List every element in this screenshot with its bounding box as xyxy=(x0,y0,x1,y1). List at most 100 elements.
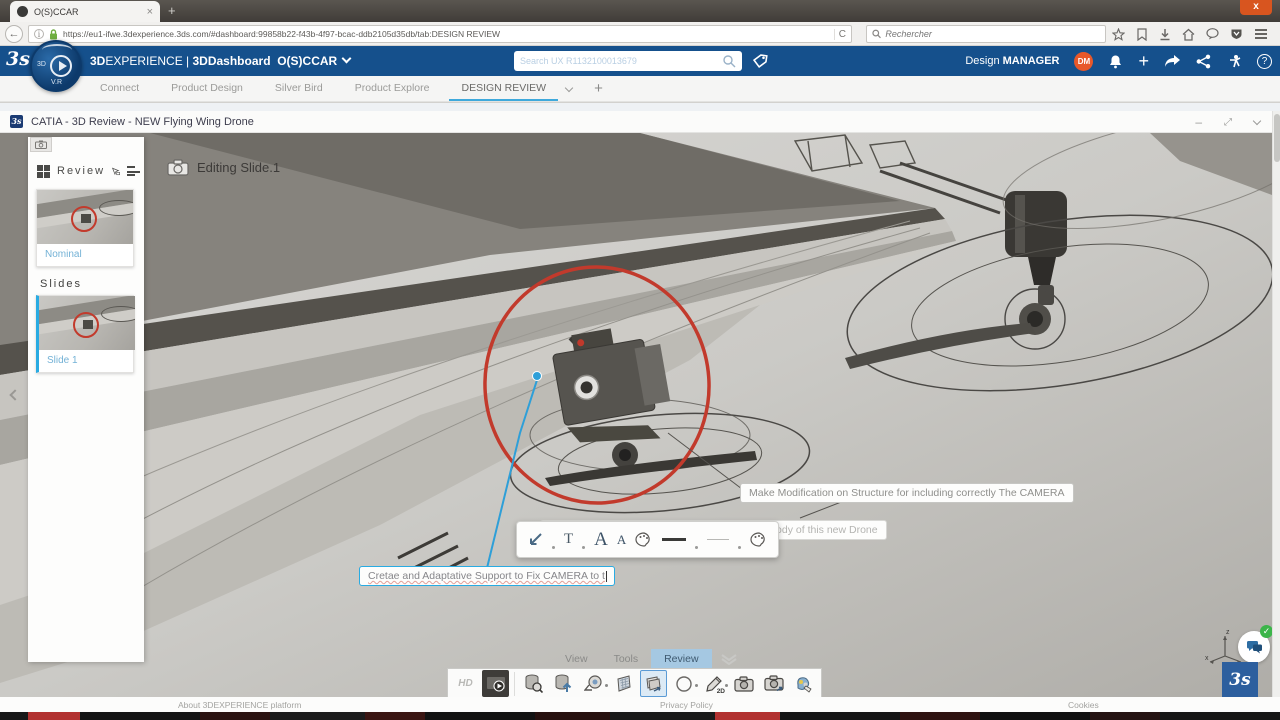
capture-cube-button[interactable] xyxy=(640,670,667,697)
menu-icon[interactable] xyxy=(1254,28,1268,40)
dropdown-dot-icon[interactable] xyxy=(605,684,608,687)
annotation-structure-note[interactable]: Make Modification on Structure for inclu… xyxy=(740,483,1074,503)
tab-view[interactable]: View xyxy=(552,649,601,669)
tab-silver-bird[interactable]: Silver Bird xyxy=(263,76,335,101)
tab-product-explore[interactable]: Product Explore xyxy=(343,76,442,101)
home-icon[interactable] xyxy=(1182,28,1195,41)
add-tab-button[interactable]: + xyxy=(594,80,603,97)
browser-search-input[interactable] xyxy=(885,29,1100,39)
reload-icon[interactable]: C xyxy=(834,29,846,40)
scrollbar-thumb[interactable] xyxy=(1274,114,1280,162)
sidebar-menu-icon[interactable] xyxy=(127,166,135,176)
download-icon[interactable] xyxy=(1159,28,1171,41)
window-close-button[interactable]: x xyxy=(1240,0,1272,15)
camera-update-button[interactable] xyxy=(760,670,787,697)
nominal-thumbnail-card[interactable]: Nominal xyxy=(36,189,134,267)
people-compass-icon[interactable] xyxy=(1226,54,1242,69)
site-info-icon[interactable]: i xyxy=(34,29,44,39)
3d-scene[interactable] xyxy=(0,133,1272,697)
text-color-palette-icon[interactable] xyxy=(635,532,653,547)
tab-close-icon[interactable]: × xyxy=(147,6,153,18)
circle-annotation-button[interactable] xyxy=(670,670,697,697)
bookmark-star-icon[interactable] xyxy=(1112,28,1125,41)
new-tab-button[interactable]: + xyxy=(168,4,176,17)
chat-bubbles-icon xyxy=(1246,640,1263,654)
url-field[interactable]: i https://eu1-ifwe.3dexperience.3ds.com/… xyxy=(28,25,852,43)
annotation-camera-edit-box[interactable]: Cretae and Adaptative Support to Fix CAM… xyxy=(359,566,615,586)
hd-mode-button[interactable]: HD xyxy=(452,670,479,697)
browser-tab-bar: O(S)CCAR × + x xyxy=(0,0,1280,22)
grid-view-icon[interactable] xyxy=(37,165,50,178)
chat-bubble-icon[interactable] xyxy=(1206,28,1219,40)
tab-product-design[interactable]: Product Design xyxy=(159,76,255,101)
footer-about-link[interactable]: About 3DEXPERIENCE platform xyxy=(178,700,301,710)
browser-search-box[interactable] xyxy=(866,25,1106,43)
play-icon xyxy=(50,55,72,77)
3dexperience-compass-icon[interactable]: 3D V.R xyxy=(30,40,82,92)
slide1-label[interactable]: Slide 1 xyxy=(39,350,133,372)
user-avatar[interactable]: DM xyxy=(1074,52,1093,71)
platform-search-input[interactable] xyxy=(520,56,723,66)
tab-tools[interactable]: Tools xyxy=(601,649,652,669)
font-increase-icon[interactable]: A xyxy=(594,529,608,551)
notifications-bell-icon[interactable] xyxy=(1108,54,1123,69)
text-tool-icon[interactable]: T xyxy=(564,531,573,548)
browser-tab[interactable]: O(S)CCAR × xyxy=(10,1,160,22)
tab-connect[interactable]: Connect xyxy=(88,76,151,101)
measure-tape-icon xyxy=(584,675,604,692)
dropdown-dot-icon[interactable] xyxy=(695,684,698,687)
tab-chevron-down-icon[interactable] xyxy=(565,83,573,91)
apply-style-button[interactable] xyxy=(790,670,817,697)
draw-2d-button[interactable]: 2D xyxy=(700,670,727,697)
line-style-icon[interactable] xyxy=(707,539,729,540)
shield-icon[interactable] xyxy=(1230,28,1243,40)
nominal-label[interactable]: Nominal xyxy=(37,244,133,266)
collapse-chevron-icon[interactable] xyxy=(1253,116,1261,124)
dropdown-dot-icon[interactable] xyxy=(552,546,555,549)
platform-footer: About 3DEXPERIENCE platform Privacy Poli… xyxy=(0,697,1280,712)
back-button[interactable]: ← xyxy=(5,25,23,43)
footer-privacy-link[interactable]: Privacy Policy xyxy=(660,700,713,710)
text-cursor xyxy=(606,571,607,582)
page-scrollbar[interactable] xyxy=(1272,111,1280,697)
tab-design-review[interactable]: DESIGN REVIEW xyxy=(449,76,558,101)
dropdown-dot-icon[interactable] xyxy=(738,546,741,549)
dropdown-dot-icon[interactable] xyxy=(725,684,728,687)
slide1-thumbnail-card[interactable]: Slide 1 xyxy=(36,295,134,373)
measure-tool-button[interactable] xyxy=(580,670,607,697)
footer-cookies-link[interactable]: Cookies xyxy=(1068,700,1099,710)
forward-arrow-icon[interactable] xyxy=(1164,54,1181,68)
database-upload-button[interactable] xyxy=(550,670,577,697)
tab-review[interactable]: Review xyxy=(651,649,711,669)
brand-divider: | xyxy=(183,54,193,68)
platform-search-box[interactable] xyxy=(514,51,742,71)
tag-icon[interactable] xyxy=(752,53,769,70)
select-pointer-icon[interactable] xyxy=(112,165,120,178)
expand-icon[interactable]: ⤢ xyxy=(1224,117,1232,128)
search-icon[interactable] xyxy=(723,55,736,68)
play-presentation-button[interactable] xyxy=(482,670,509,697)
chevron-down-icon[interactable] xyxy=(342,54,352,64)
3d-viewport[interactable]: Review Nominal Slides Slide 1 xyxy=(0,133,1272,697)
camera-snapshot-button[interactable] xyxy=(730,670,757,697)
help-icon[interactable]: ? xyxy=(1257,54,1272,69)
annotation-toolbar: T A A xyxy=(516,521,779,558)
sidebar-camera-tab[interactable] xyxy=(30,137,52,152)
context-name[interactable]: O(S)CCAR xyxy=(277,54,337,68)
pocket-icon[interactable] xyxy=(1136,28,1148,41)
search-icon xyxy=(872,29,881,39)
share-icon[interactable] xyxy=(1196,54,1211,69)
mesh-section-button[interactable] xyxy=(610,670,637,697)
line-thickness-icon[interactable] xyxy=(662,538,686,541)
dropdown-dot-icon[interactable] xyxy=(695,546,698,549)
dropdown-dot-icon[interactable] xyxy=(582,546,585,549)
add-icon[interactable]: + xyxy=(1138,54,1149,68)
database-search-button[interactable] xyxy=(520,670,547,697)
minimize-icon[interactable]: – xyxy=(1195,115,1202,129)
user-name[interactable]: Design MANAGER xyxy=(965,55,1059,67)
font-decrease-icon[interactable]: A xyxy=(617,532,626,548)
leader-arrow-icon[interactable] xyxy=(527,532,543,548)
leader-anchor-point[interactable] xyxy=(533,372,542,381)
line-color-palette-icon[interactable] xyxy=(750,532,768,547)
double-chevron-icon[interactable] xyxy=(720,653,738,665)
